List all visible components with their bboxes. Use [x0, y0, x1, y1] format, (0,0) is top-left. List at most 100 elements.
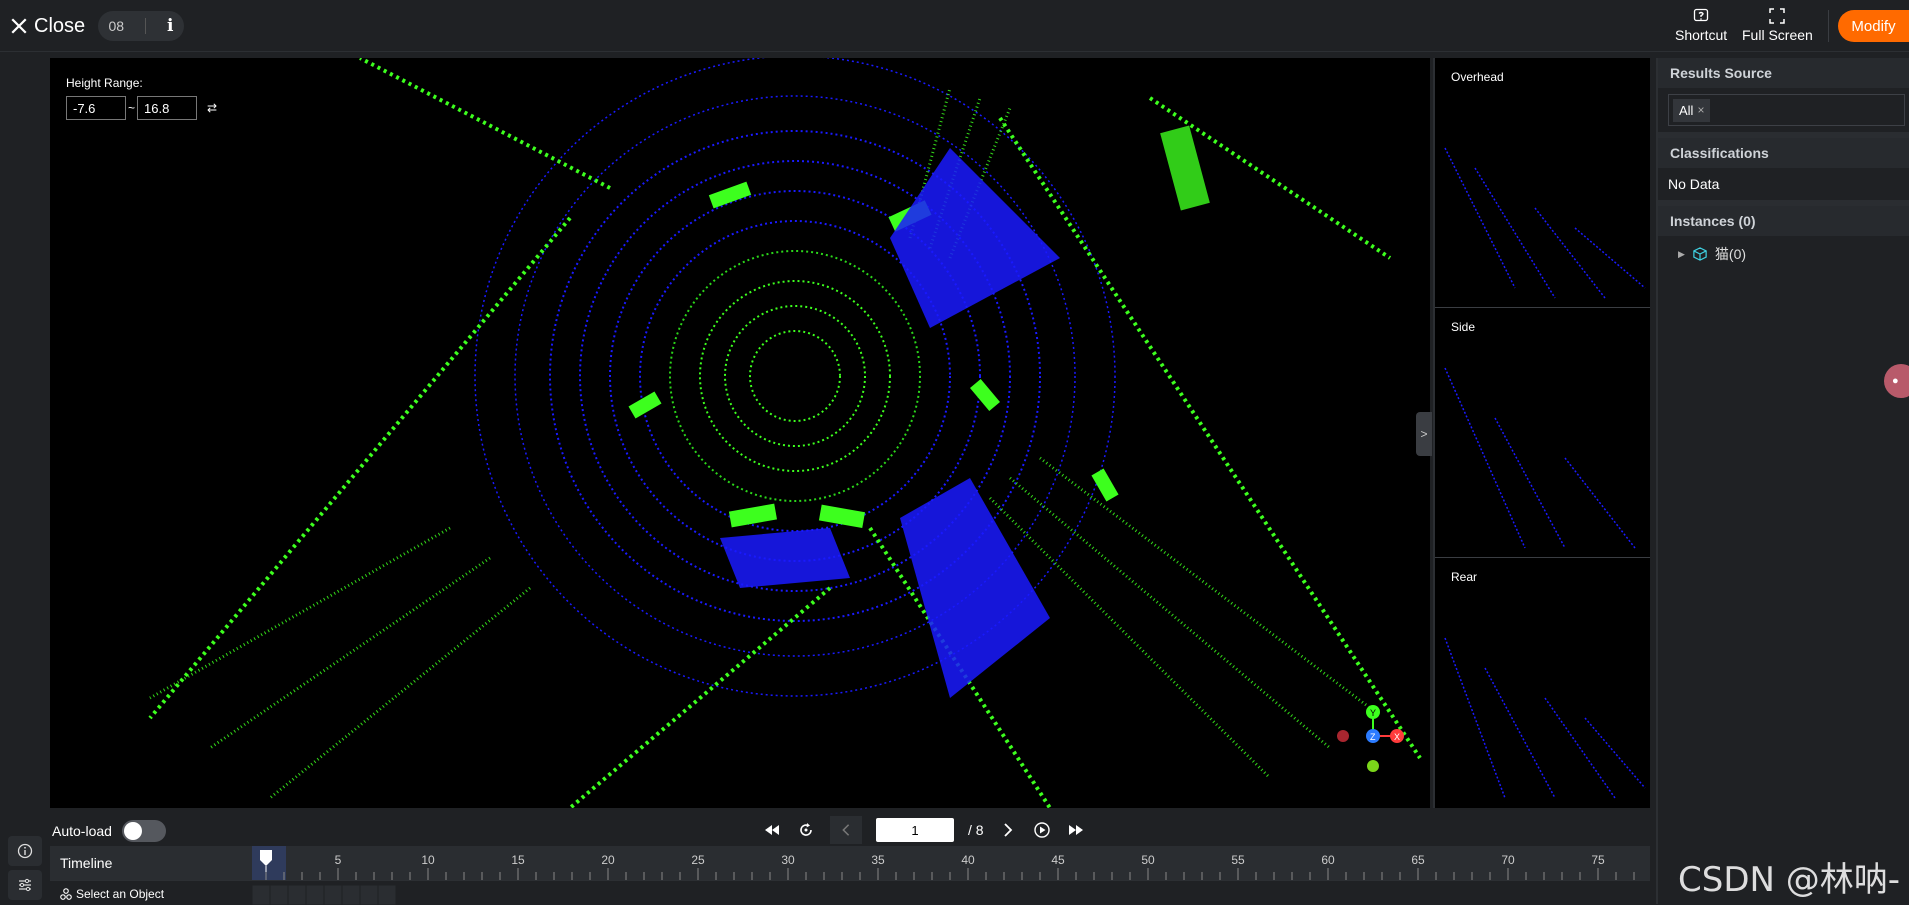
shortcut-icon	[1693, 8, 1709, 22]
swap-icon[interactable]: ⇄	[207, 101, 217, 115]
timeline-label: Timeline	[60, 855, 113, 871]
replay-button[interactable]	[796, 820, 816, 840]
height-range-separator: ~	[128, 101, 136, 115]
timeline-track[interactable]: 5 10 15 20 25 30 35 40 45 50 55 60 65 70 75	[252, 846, 1650, 880]
instance-class-item[interactable]: ▶ 猫(0)	[1658, 236, 1909, 264]
timeline-tick-label: 45	[1051, 853, 1065, 867]
toolbar-divider	[1828, 10, 1829, 42]
autoload-toggle[interactable]	[121, 820, 166, 842]
fullscreen-label: Full Screen	[1742, 27, 1813, 43]
chevron-right-icon: >	[1420, 427, 1428, 441]
timeline-ticks[interactable]: 5 10 15 20 25 30 35 40 45 50 55 60 65 70 75	[252, 846, 1650, 880]
rear-canvas	[1444, 637, 1646, 799]
chip-divider	[145, 18, 147, 34]
total-pages: / 8	[968, 822, 984, 838]
settings-sliders-icon	[19, 878, 31, 892]
timeline-tick-label: 15	[511, 853, 525, 867]
playback-controls: 1 / 8	[762, 816, 1086, 844]
timeline-tick-label: 50	[1141, 853, 1155, 867]
timeline-tick-label: 10	[421, 853, 435, 867]
timeline-tick-label: 25	[691, 853, 705, 867]
fullscreen-icon	[1769, 8, 1786, 24]
timeline-row: Timeline 5 10 15 20 25 30 35 40 45 50 55 60 65 70 75	[50, 846, 1650, 880]
axis-z-label: Z	[1370, 732, 1376, 742]
timeline-tick-label: 65	[1411, 853, 1425, 867]
results-source-tag-label: All	[1679, 102, 1694, 118]
close-icon	[11, 18, 27, 34]
frame-chip: 08 i	[98, 11, 184, 41]
last-frame-button[interactable]	[1066, 820, 1086, 840]
prev-icon	[842, 824, 850, 836]
info-circle-icon	[17, 843, 33, 859]
next-frame-button[interactable]	[998, 820, 1018, 840]
floating-helper-icon: ●	[1892, 375, 1899, 387]
autoload-label: Auto-load	[52, 823, 112, 839]
timeline-tick-label: 75	[1591, 853, 1605, 867]
objects-icon	[60, 888, 72, 900]
select-object-row: Select an Object	[50, 880, 1650, 905]
play-button[interactable]	[1032, 820, 1052, 840]
right-panel: Results Source All × Classifications No …	[1656, 58, 1909, 904]
first-frame-button[interactable]	[762, 820, 782, 840]
fast-forward-icon	[1068, 825, 1083, 835]
play-icon	[1033, 822, 1050, 838]
shortcut-label: Shortcut	[1675, 27, 1728, 43]
timeline-tick-label: 70	[1501, 853, 1515, 867]
rewind-icon	[765, 825, 779, 835]
point-cloud-viewer[interactable]: Y X Z Height Range: -7.6 ~ 16.8 ⇄	[50, 58, 1430, 808]
results-source-tag: All ×	[1673, 98, 1711, 122]
bottom-bar: Auto-load 1 / 8 Timeline 5 10 15 20 25 3…	[50, 808, 1650, 905]
modify-button[interactable]: Modify	[1838, 10, 1909, 42]
info-circle-button[interactable]	[8, 836, 42, 866]
side-views: Overhead Side Rear	[1433, 58, 1650, 808]
timeline-tick-label: 60	[1321, 853, 1335, 867]
previous-frame-button[interactable]	[830, 816, 862, 844]
caret-right-icon[interactable]: ▶	[1678, 249, 1685, 260]
classifications-title: Classifications	[1658, 138, 1909, 168]
timeline-tick-label: 55	[1231, 853, 1245, 867]
point-cloud-canvas[interactable]: Y X Z	[50, 58, 1430, 808]
replay-icon	[800, 823, 812, 836]
timeline-tick-label: 35	[871, 853, 885, 867]
csdn-watermark: CSDN @林呐-	[1678, 860, 1901, 900]
left-toolbar	[0, 52, 50, 904]
shortcut-button[interactable]: Shortcut	[1675, 8, 1727, 43]
page-number-input[interactable]: 1	[876, 818, 954, 842]
results-source-title: Results Source	[1658, 58, 1909, 88]
close-label: Close	[34, 14, 86, 37]
close-button[interactable]: Close	[10, 12, 85, 40]
overhead-view[interactable]: Overhead	[1435, 58, 1650, 308]
toggle-knob	[123, 822, 142, 840]
timeline-tick-label: 5	[335, 853, 342, 867]
axis-x-label: X	[1394, 732, 1400, 742]
autoload-control: Auto-load	[52, 820, 166, 842]
overhead-canvas	[1444, 147, 1646, 299]
frame-id: 08	[108, 18, 125, 34]
timeline-tick-label: 40	[961, 853, 975, 867]
instances-title: Instances (0)	[1658, 206, 1909, 236]
side-view[interactable]: Side	[1435, 308, 1650, 558]
next-icon	[1003, 823, 1012, 837]
axis-y-label: Y	[1370, 708, 1376, 718]
settings-button[interactable]	[8, 870, 42, 900]
select-object-control[interactable]: Select an Object	[60, 887, 164, 901]
height-min-input[interactable]: -7.6	[66, 96, 126, 120]
remove-tag-icon[interactable]: ×	[1697, 103, 1704, 117]
height-range-label: Height Range:	[66, 76, 143, 90]
results-source-select[interactable]: All ×	[1668, 94, 1905, 126]
fullscreen-button[interactable]: Full Screen	[1742, 8, 1813, 43]
info-icon[interactable]: i	[167, 16, 173, 36]
side-canvas	[1444, 367, 1636, 549]
timeline-tick-label: 20	[601, 853, 615, 867]
frame-cells	[252, 884, 397, 905]
select-object-label: Select an Object	[76, 887, 165, 901]
cube-icon	[1693, 247, 1707, 261]
timeline-tick-label: 30	[781, 853, 795, 867]
rear-view[interactable]: Rear	[1435, 558, 1650, 808]
classifications-empty: No Data	[1668, 176, 1720, 192]
collapse-views-button[interactable]: >	[1416, 412, 1432, 456]
height-max-input[interactable]: 16.8	[137, 96, 198, 120]
instance-class-label: 猫(0)	[1714, 246, 1747, 262]
top-bar: Close 08 i Shortcut Full Screen Modify	[0, 0, 1909, 52]
height-range-control: Height Range: -7.6 ~ 16.8 ⇄	[66, 76, 217, 120]
